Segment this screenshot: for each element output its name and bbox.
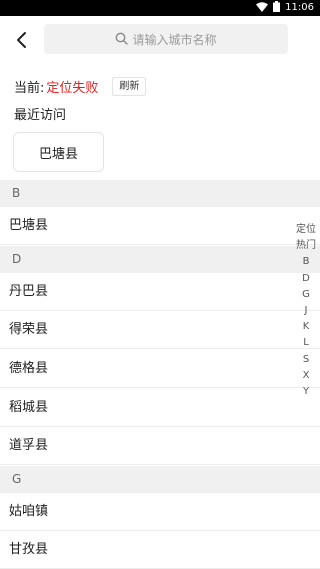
city-item[interactable]: 丹巴县 xyxy=(0,273,320,311)
recent-city-chip[interactable]: 巴塘县 xyxy=(13,132,104,172)
index-item-y[interactable]: Y xyxy=(303,384,309,400)
battery-icon xyxy=(273,1,281,15)
status-time: 11:06 xyxy=(285,2,314,13)
recent-title: 最近访问 xyxy=(14,108,67,123)
current-location-row: 当前: 定位失败 刷新 xyxy=(14,76,147,96)
city-item[interactable]: 巴塘县 xyxy=(0,207,320,245)
index-item-l[interactable]: L xyxy=(303,335,309,351)
index-item-location[interactable]: 定位 xyxy=(296,222,316,238)
index-item-d[interactable]: D xyxy=(302,271,310,287)
refresh-button[interactable]: 刷新 xyxy=(112,76,147,96)
back-button[interactable] xyxy=(10,28,34,52)
index-item-s[interactable]: S xyxy=(303,352,309,368)
index-item-j[interactable]: J xyxy=(305,303,308,319)
city-item[interactable]: 得荣县 xyxy=(0,311,320,349)
chevron-left-icon xyxy=(17,32,26,48)
section-header-b: B xyxy=(0,180,320,207)
city-item[interactable]: 德格县 xyxy=(0,350,320,388)
index-item-k[interactable]: K xyxy=(303,319,310,335)
city-item[interactable]: 道孚县 xyxy=(0,427,320,465)
search-input[interactable]: 请输入城市名称 xyxy=(44,24,288,54)
city-item[interactable]: 姑咱镇 xyxy=(0,493,320,531)
index-item-hot[interactable]: 热门 xyxy=(296,238,316,254)
status-bar: 11:06 xyxy=(0,0,320,16)
section-header-g: G xyxy=(0,466,320,493)
index-item-b[interactable]: B xyxy=(303,254,310,270)
index-item-x[interactable]: X xyxy=(303,368,310,384)
location-status: 定位失败 xyxy=(46,80,99,96)
header: 请输入城市名称 xyxy=(0,16,320,62)
search-placeholder: 请输入城市名称 xyxy=(132,32,217,47)
index-item-g[interactable]: G xyxy=(302,287,310,303)
index-bar[interactable]: 定位 热门 B D G J K L S X Y xyxy=(292,222,320,400)
city-item[interactable]: 稻城县 xyxy=(0,389,320,427)
current-location-label: 当前: xyxy=(14,80,45,96)
wifi-icon xyxy=(256,1,269,15)
search-icon xyxy=(115,30,129,49)
city-item[interactable]: 甘孜县 xyxy=(0,531,320,569)
section-header-d: D xyxy=(0,246,320,273)
